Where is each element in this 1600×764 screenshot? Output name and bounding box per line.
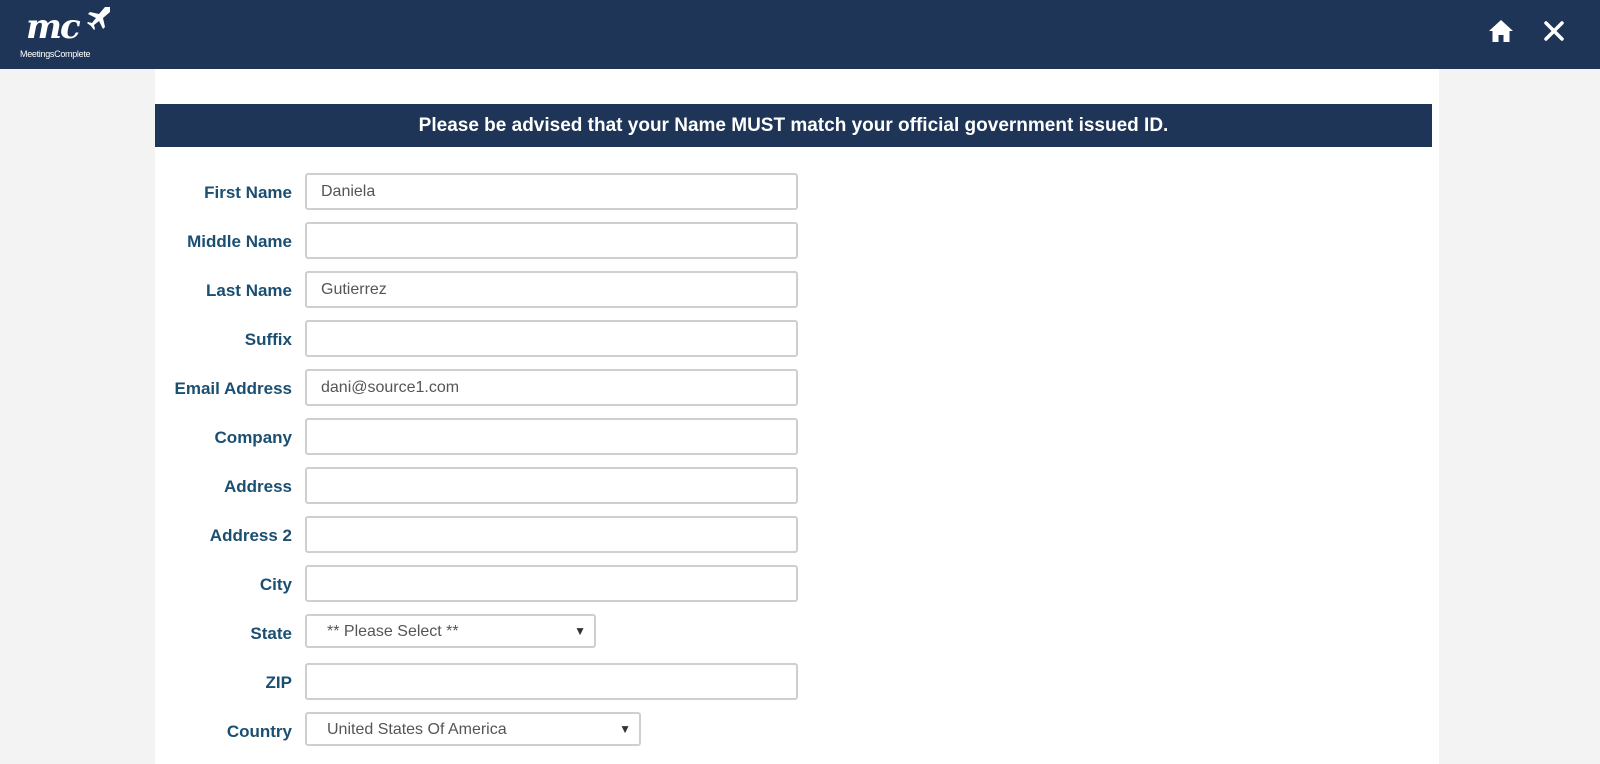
address-2-label: Address 2 bbox=[209, 526, 292, 545]
home-button[interactable] bbox=[1487, 17, 1515, 45]
home-icon bbox=[1489, 20, 1513, 42]
state-select[interactable]: ** Please Select ** ▼ bbox=[305, 614, 596, 648]
suffix-row: Suffix bbox=[155, 320, 1055, 358]
zip-input[interactable] bbox=[305, 663, 798, 700]
zip-row: ZIP bbox=[155, 663, 1055, 701]
suffix-label: Suffix bbox=[244, 330, 292, 349]
middle-name-input[interactable] bbox=[305, 222, 798, 259]
company-row: Company bbox=[155, 418, 1055, 456]
last-name-label: Last Name bbox=[206, 281, 292, 300]
suffix-input[interactable] bbox=[305, 320, 798, 357]
city-input[interactable] bbox=[305, 565, 798, 602]
address-2-row: Address 2 bbox=[155, 516, 1055, 554]
middle-name-label: Middle Name bbox=[187, 232, 292, 251]
close-icon bbox=[1544, 21, 1564, 41]
middle-name-row: Middle Name bbox=[155, 222, 1055, 260]
top-bar: mc MeetingsComplete bbox=[0, 0, 1600, 69]
address-input[interactable] bbox=[305, 467, 798, 504]
address-2-input[interactable] bbox=[305, 516, 798, 553]
country-row: Country United States Of America ▼ bbox=[155, 712, 1055, 750]
country-label: Country bbox=[226, 722, 292, 741]
dropdown-arrow-icon: ▼ bbox=[619, 722, 631, 736]
name-id-notice: Please be advised that your Name MUST ma… bbox=[155, 104, 1432, 147]
logo-mark: mc bbox=[26, 7, 81, 47]
dropdown-arrow-icon: ▼ bbox=[574, 624, 586, 638]
country-selected-value: United States Of America bbox=[327, 721, 507, 738]
registration-panel: Please be advised that your Name MUST ma… bbox=[155, 69, 1439, 764]
company-input[interactable] bbox=[305, 418, 798, 455]
zip-label: ZIP bbox=[265, 673, 292, 692]
first-name-row: First Name bbox=[155, 173, 1055, 211]
close-button[interactable] bbox=[1540, 17, 1568, 45]
last-name-row: Last Name bbox=[155, 271, 1055, 309]
email-label: Email Address bbox=[174, 379, 292, 398]
country-select[interactable]: United States Of America ▼ bbox=[305, 712, 641, 746]
meetingscomplete-logo[interactable]: mc MeetingsComplete bbox=[20, 4, 120, 64]
state-row: State ** Please Select ** ▼ bbox=[155, 614, 1055, 652]
company-label: Company bbox=[214, 428, 292, 447]
first-name-input[interactable] bbox=[305, 173, 798, 210]
address-row: Address bbox=[155, 467, 1055, 505]
airplane-icon bbox=[87, 7, 110, 30]
city-row: City bbox=[155, 565, 1055, 603]
state-selected-value: ** Please Select ** bbox=[327, 623, 459, 640]
address-label: Address bbox=[223, 477, 292, 496]
email-input[interactable] bbox=[305, 369, 798, 406]
city-label: City bbox=[259, 575, 292, 594]
email-row: Email Address bbox=[155, 369, 1055, 407]
logo-brand-name: MeetingsComplete bbox=[20, 49, 91, 59]
state-label: State bbox=[250, 624, 292, 643]
last-name-input[interactable] bbox=[305, 271, 798, 308]
first-name-label: First Name bbox=[204, 183, 292, 202]
